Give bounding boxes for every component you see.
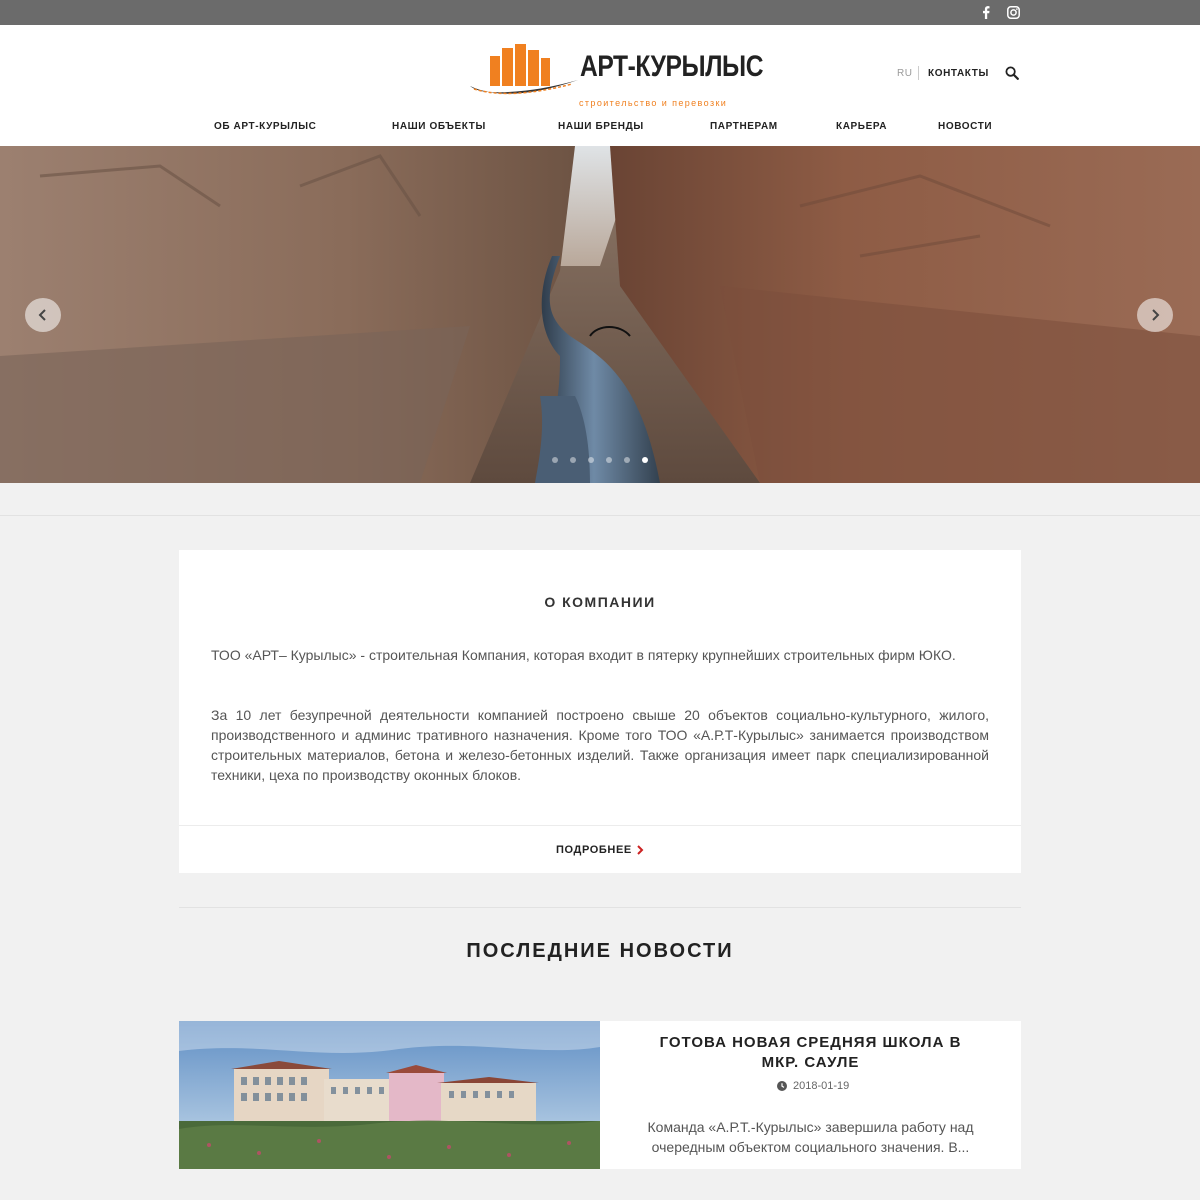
slider-dot[interactable] [588, 457, 594, 463]
slider-dot[interactable] [570, 457, 576, 463]
slider-prev-button[interactable] [25, 298, 61, 332]
slider-dot-active[interactable] [642, 457, 648, 463]
news-card: ГОТОВА НОВАЯ СРЕДНЯЯ ШКОЛА В МКР. САУЛЕ … [179, 1021, 1021, 1169]
news-date-text: 2018-01-19 [793, 1080, 850, 1092]
news-title[interactable]: ГОТОВА НОВАЯ СРЕДНЯЯ ШКОЛА В МКР. САУЛЕ [600, 1033, 1021, 1073]
slider-pagination [552, 457, 648, 463]
about-paragraph-2: За 10 лет безупречной деятельности компа… [211, 707, 989, 783]
nav-item-news[interactable]: НОВОСТИ [938, 121, 992, 132]
read-more-link[interactable]: ПОДРОБНЕЕ [556, 844, 632, 856]
nav-item-objects[interactable]: НАШИ ОБЪЕКТЫ [392, 121, 486, 132]
slider-dot[interactable] [552, 457, 558, 463]
slider-dot[interactable] [606, 457, 612, 463]
search-icon[interactable] [1005, 66, 1019, 80]
site-header: АРТ-КУРЫЛЫС строительство и перевозки RU… [0, 25, 1200, 146]
logo-title: АРТ-КУРЫЛЫС [580, 50, 764, 83]
chevron-left-icon [38, 309, 46, 321]
chevron-right-icon[interactable] [636, 844, 644, 856]
news-date: 2018-01-19 [777, 1080, 849, 1092]
nav-item-career[interactable]: КАРЬЕРА [836, 121, 887, 132]
section-divider [179, 907, 1021, 908]
hero-slider [0, 146, 1200, 483]
slider-next-button[interactable] [1137, 298, 1173, 332]
company-logo[interactable]: АРТ-КУРЫЛЫС строительство и перевозки [468, 42, 764, 108]
section-divider [0, 515, 1200, 516]
about-title: О КОМПАНИИ [544, 594, 656, 610]
language-switch[interactable]: RU [897, 68, 912, 79]
nav-item-partners[interactable]: ПАРТНЕРАМ [710, 121, 778, 132]
facebook-icon[interactable] [979, 5, 993, 19]
about-card-footer: ПОДРОБНЕЕ [179, 825, 1021, 873]
header-separator [918, 66, 919, 80]
contacts-link[interactable]: КОНТАКТЫ [928, 68, 989, 79]
slide-image-trench-pipe [0, 146, 1200, 483]
nav-item-brands[interactable]: НАШИ БРЕНДЫ [558, 121, 644, 132]
news-excerpt: Команда «А.Р.Т.-Курылыс» завершила работ… [647, 1119, 974, 1155]
slider-dot[interactable] [624, 457, 630, 463]
about-paragraph-1: ТОО «АРТ– Курылыс» - строительная Компан… [211, 647, 956, 663]
logo-buildings-icon [470, 44, 578, 95]
clock-icon [777, 1081, 787, 1091]
instagram-icon[interactable] [1006, 5, 1020, 19]
chevron-right-icon [1152, 309, 1160, 321]
top-bar [0, 0, 1200, 25]
nav-item-about[interactable]: ОБ АРТ-КУРЫЛЫС [214, 121, 316, 132]
about-company-card: О КОМПАНИИ ТОО «АРТ– Курылыс» - строител… [179, 550, 1021, 873]
news-image-school[interactable] [179, 1021, 600, 1169]
logo-subtitle: строительство и перевозки [579, 98, 728, 108]
latest-news-heading: ПОСЛЕДНИЕ НОВОСТИ [466, 940, 734, 962]
